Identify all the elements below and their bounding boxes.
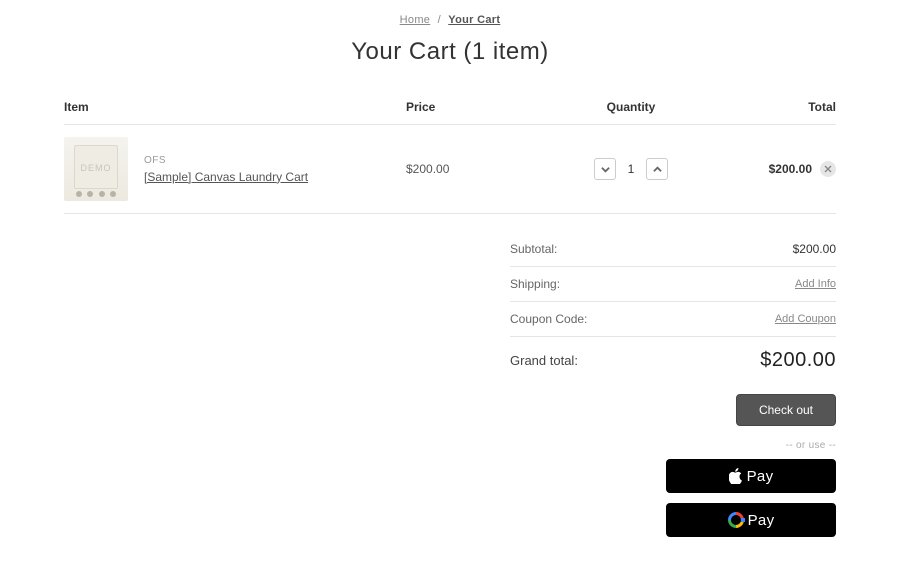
remove-item-button[interactable] (820, 161, 836, 177)
apple-pay-button[interactable]: Pay (666, 459, 836, 493)
col-header-item: Item (64, 92, 406, 125)
breadcrumb-home[interactable]: Home (400, 14, 431, 26)
google-pay-label: Pay (748, 512, 775, 529)
col-header-quantity: Quantity (546, 92, 716, 125)
summary-coupon-row: Coupon Code: Add Coupon (510, 302, 836, 337)
qty-increase-button[interactable] (646, 158, 668, 180)
apple-pay-label: Pay (747, 468, 774, 485)
apple-logo-icon (729, 468, 743, 484)
row-total: $200.00 (769, 162, 812, 176)
checkout-button[interactable]: Check out (736, 394, 836, 426)
or-use-divider: -- or use -- (510, 440, 836, 451)
grandtotal-value: $200.00 (760, 349, 836, 372)
chevron-down-icon (601, 165, 610, 174)
coupon-label: Coupon Code: (510, 312, 587, 326)
summary-subtotal-row: Subtotal: $200.00 (510, 232, 836, 267)
grandtotal-label: Grand total: (510, 353, 578, 368)
product-thumbnail[interactable] (64, 137, 128, 201)
summary-shipping-row: Shipping: Add Info (510, 267, 836, 302)
coupon-add-link[interactable]: Add Coupon (775, 313, 836, 325)
close-icon (824, 165, 832, 173)
cart-table: Item Price Quantity Total OFS [Sample] C… (64, 92, 836, 214)
breadcrumb: Home / Your Cart (64, 14, 836, 26)
product-brand: OFS (144, 155, 308, 166)
breadcrumb-current: Your Cart (448, 14, 500, 26)
shipping-add-info-link[interactable]: Add Info (795, 278, 836, 290)
product-name-link[interactable]: [Sample] Canvas Laundry Cart (144, 170, 308, 184)
breadcrumb-separator: / (438, 14, 441, 26)
summary-grandtotal-row: Grand total: $200.00 (510, 337, 836, 382)
shipping-label: Shipping: (510, 277, 560, 291)
subtotal-label: Subtotal: (510, 242, 557, 256)
product-price: $200.00 (406, 125, 546, 214)
chevron-up-icon (653, 165, 662, 174)
cart-row: OFS [Sample] Canvas Laundry Cart $200.00… (64, 125, 836, 214)
subtotal-value: $200.00 (793, 242, 836, 256)
qty-value: 1 (622, 162, 640, 176)
col-header-price: Price (406, 92, 546, 125)
quantity-stepper: 1 (594, 158, 668, 180)
col-header-total: Total (716, 92, 836, 125)
qty-decrease-button[interactable] (594, 158, 616, 180)
google-logo-icon (728, 512, 744, 528)
page-title: Your Cart (1 item) (64, 38, 836, 66)
order-summary: Subtotal: $200.00 Shipping: Add Info Cou… (510, 232, 836, 537)
google-pay-button[interactable]: Pay (666, 503, 836, 537)
